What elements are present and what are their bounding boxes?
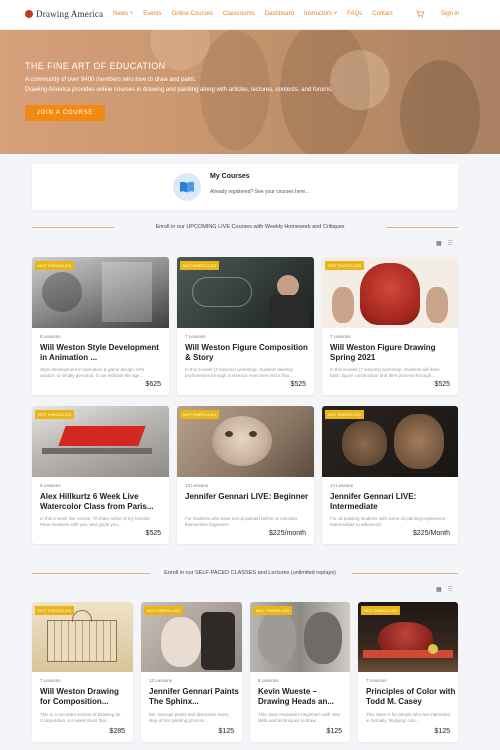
course-price: $525 (434, 381, 450, 388)
course-price: $125 (326, 728, 342, 735)
course-price: $525 (290, 381, 306, 388)
course-title[interactable]: Kevin Wueste – Drawing Heads an... (258, 687, 348, 707)
course-card[interactable]: NOT ENROLLED 7 Lessons Will Weston Drawi… (32, 602, 133, 742)
hero-figure-shape (400, 60, 480, 154)
status-badge: NOT ENROLLED (361, 606, 401, 615)
sign-in-link[interactable]: Sign in (441, 11, 459, 17)
course-price: $285 (109, 728, 125, 735)
course-card[interactable]: NOT ENROLLED 7 Lessons Will Weston Figur… (322, 257, 458, 395)
course-title[interactable]: Principles of Color with Todd M. Casey (366, 687, 456, 707)
nav-item-faqs[interactable]: FAQs (347, 11, 362, 17)
logo-text: Drawing America (36, 9, 104, 19)
book-icon (173, 173, 201, 201)
lesson-count: 6 Lessons (258, 678, 279, 683)
status-badge: NOT ENROLLED (35, 261, 75, 270)
divider (386, 227, 458, 228)
my-courses-title: My Courses (210, 173, 250, 180)
hero-description: A community of over 9400 members who lov… (25, 77, 196, 83)
lesson-count: 7 Lessons (330, 334, 351, 339)
course-card[interactable]: NOT ENROLLED 13 Lessons Jennifer Gennari… (177, 406, 314, 544)
hero-description: Drawing America provides online courses … (25, 87, 333, 93)
course-description: Ms. Gennari paints and discusses every s… (149, 712, 229, 723)
course-card[interactable]: NOT ENROLLED 6 Lessons Alex Hillkurtz 6 … (32, 406, 169, 544)
nav-item-events[interactable]: Events (143, 11, 161, 17)
course-description: In this 6-week (7 lessons) workshop, stu… (330, 367, 440, 378)
course-price: $525 (145, 530, 161, 537)
status-badge: NOT ENROLLED (35, 606, 75, 615)
course-title[interactable]: Jennifer Gennari LIVE: Intermediate (330, 492, 454, 512)
logo[interactable]: Drawing America (25, 9, 103, 19)
status-badge: NOT ENROLLED (35, 410, 75, 419)
course-description: For oil painting students with some oil … (330, 516, 447, 527)
course-description: In this 6 week live course, I'll share s… (40, 516, 150, 527)
course-card[interactable]: NOT ENROLLED 6 Lessons Kevin Wueste – Dr… (250, 602, 350, 742)
hero-title: THE FINE ART OF EDUCATION (25, 61, 166, 71)
course-card[interactable]: NOT ENROLLED 8 Lessons Will Weston Style… (32, 257, 169, 395)
divider (352, 573, 458, 574)
course-price: $225/month (269, 530, 306, 537)
chevron-down-icon: ˅ (333, 11, 338, 17)
course-card[interactable]: NOT ENROLLED 14 Lessons Jennifer Gennari… (322, 406, 458, 544)
course-description: This is a recorded version of Drawing fo… (40, 712, 121, 723)
course-description: For students who have not oil painted be… (185, 516, 298, 527)
lesson-count: 7 Lessons (185, 334, 206, 339)
main-menu: News ˅ Events Online Courses Classrooms … (113, 11, 403, 17)
lesson-count: 7 Lessons (366, 678, 387, 683)
status-badge: NOT ENROLLED (180, 410, 220, 419)
course-card[interactable]: NOT ENROLLED 7 Lessons Principles of Col… (358, 602, 458, 742)
course-title[interactable]: Will Weston Style Development in Animati… (40, 343, 164, 363)
course-description: This class is for people who are interes… (366, 712, 451, 723)
top-navbar: Drawing America News ˅ Events Online Cou… (0, 0, 500, 30)
course-price: $125 (434, 728, 450, 735)
my-courses-card[interactable]: My Courses Already registered? See your … (32, 164, 458, 210)
course-description: In this 6-week (7 lessons) workshop, stu… (185, 367, 294, 378)
status-badge: NOT ENROLLED (144, 606, 184, 615)
course-description: Style development in animation & game de… (40, 367, 145, 378)
nav-item-contact[interactable]: Contact (372, 11, 393, 17)
course-title[interactable]: Will Weston Figure Drawing Spring 2021 (330, 343, 454, 363)
view-toggle: ▦ ☰ (436, 240, 453, 247)
nav-item-news[interactable]: News ˅ (113, 11, 133, 17)
lesson-count: 14 Lessons (330, 483, 354, 488)
list-view-icon[interactable]: ☰ (448, 240, 453, 247)
my-courses-subtitle: Already registered? See your courses her… (210, 189, 310, 195)
course-title[interactable]: Will Weston Figure Composition & Story (185, 343, 309, 363)
grid-view-icon[interactable]: ▦ (436, 586, 442, 593)
hero-figure-shape (330, 50, 390, 110)
cart-icon[interactable] (416, 10, 424, 18)
course-card[interactable]: NOT ENROLLED 7 Lessons Will Weston Figur… (177, 257, 314, 395)
status-badge: NOT ENROLLED (325, 410, 365, 419)
join-course-button[interactable]: JOIN A COURSE (25, 105, 105, 121)
course-title[interactable]: Will Weston Drawing for Composition... (40, 687, 130, 707)
view-toggle: ▦ ☰ (436, 586, 453, 593)
logo-mark-icon (25, 10, 33, 18)
chevron-down-icon: ˅ (129, 11, 134, 17)
course-price: $125 (218, 728, 234, 735)
course-title[interactable]: Alex Hillkurtz 6 Week Live Watercolor Cl… (40, 492, 164, 512)
course-price: $625 (145, 381, 161, 388)
nav-item-classrooms[interactable]: Classrooms (223, 11, 255, 17)
status-badge: NOT ENROLLED (253, 606, 293, 615)
nav-item-online-courses[interactable]: Online Courses (172, 11, 213, 17)
lesson-count: 8 Lessons (40, 334, 61, 339)
course-price: $225/Month (413, 530, 450, 537)
course-title[interactable]: Jennifer Gennari LIVE: Beginner (185, 492, 309, 502)
nav-item-dashboard[interactable]: Dashboard (265, 11, 294, 17)
grid-view-icon[interactable]: ▦ (436, 240, 442, 247)
course-card[interactable]: NOT ENROLLED 12 Lessons Jennifer Gennari… (141, 602, 242, 742)
nav-item-instructors[interactable]: Instructors ˅ (304, 11, 337, 17)
lesson-count: 6 Lessons (40, 483, 61, 488)
course-description: This class empowers beginners with new s… (258, 712, 340, 723)
status-badge: NOT ENROLLED (325, 261, 365, 270)
lesson-count: 12 Lessons (149, 678, 173, 683)
lesson-count: 7 Lessons (40, 678, 61, 683)
status-badge: NOT ENROLLED (180, 261, 220, 270)
course-title[interactable]: Jennifer Gennari Paints The Sphinx... (149, 687, 239, 707)
hero-banner: THE FINE ART OF EDUCATION A community of… (0, 30, 500, 154)
lesson-count: 13 Lessons (185, 483, 209, 488)
list-view-icon[interactable]: ☰ (448, 586, 453, 593)
